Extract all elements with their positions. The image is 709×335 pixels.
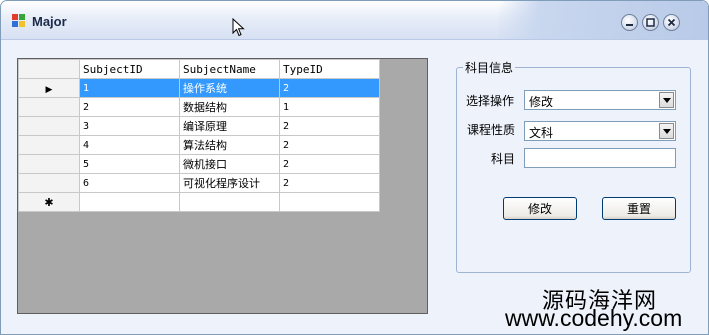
cell-subject-name[interactable]: 算法结构 (179, 135, 280, 155)
cell-subject-id[interactable]: 6 (79, 173, 180, 193)
cell-type-id[interactable]: 2 (279, 154, 380, 174)
close-button[interactable] (663, 14, 680, 31)
major-window: Major SubjectID SubjectName TypeID ▶ 1 操… (0, 0, 709, 335)
chevron-down-icon (662, 128, 671, 134)
maximize-button[interactable] (642, 14, 659, 31)
chevron-down-icon (662, 97, 671, 103)
table-row[interactable]: 5 微机接口 2 (18, 154, 380, 174)
cell-subject-name[interactable]: 可视化程序设计 (179, 173, 280, 193)
row-header[interactable] (18, 173, 80, 193)
new-cell[interactable] (279, 192, 380, 212)
cell-subject-id[interactable]: 2 (79, 97, 180, 117)
new-row[interactable]: ✱ (18, 192, 380, 212)
minimize-button[interactable] (621, 14, 638, 31)
operation-select[interactable]: 修改 (524, 90, 676, 110)
table-row[interactable]: 3 编译原理 2 (18, 116, 380, 136)
row-header[interactable]: ✱ (18, 192, 80, 212)
row-header[interactable] (18, 116, 80, 136)
column-header[interactable]: SubjectID (79, 59, 180, 79)
minimize-icon (626, 24, 633, 26)
watermark-url: www.codehy.com (505, 305, 683, 331)
cell-subject-id[interactable]: 5 (79, 154, 180, 174)
course-type-label: 课程性质 (467, 123, 516, 137)
cell-type-id[interactable]: 2 (279, 116, 380, 136)
groupbox-title: 科目信息 (463, 59, 516, 76)
operation-select-value: 修改 (529, 95, 554, 109)
current-row-icon: ▶ (45, 84, 53, 95)
cell-subject-name[interactable]: 数据结构 (179, 97, 280, 117)
grid-table: SubjectID SubjectName TypeID ▶ 1 操作系统 2 … (18, 59, 380, 212)
table-row[interactable]: 2 数据结构 1 (18, 97, 380, 117)
cell-subject-name[interactable]: 编译原理 (179, 116, 280, 136)
dropdown-button[interactable] (659, 123, 674, 139)
subject-input[interactable] (524, 148, 676, 168)
table-row[interactable]: 6 可视化程序设计 2 (18, 173, 380, 193)
table-row[interactable]: ▶ 1 操作系统 2 (18, 78, 380, 98)
operation-label: 选择操作 (466, 94, 515, 108)
subject-label: 科目 (491, 152, 516, 166)
maximize-icon (646, 18, 655, 27)
cell-subject-id[interactable]: 1 (79, 78, 180, 98)
row-header[interactable] (18, 97, 80, 117)
cell-type-id[interactable]: 2 (279, 78, 380, 98)
cell-type-id[interactable]: 2 (279, 135, 380, 155)
row-header[interactable]: ▶ (18, 78, 80, 98)
cell-type-id[interactable]: 1 (279, 97, 380, 117)
modify-button[interactable]: 修改 (503, 197, 577, 220)
cell-subject-name[interactable]: 操作系统 (179, 78, 280, 98)
column-header[interactable]: SubjectName (179, 59, 280, 79)
grid-header-row: SubjectID SubjectName TypeID (18, 59, 380, 79)
cell-subject-name[interactable]: 微机接口 (179, 154, 280, 174)
row-header-corner[interactable] (18, 59, 80, 79)
app-icon (12, 14, 26, 28)
new-cell[interactable] (179, 192, 280, 212)
table-row[interactable]: 4 算法结构 2 (18, 135, 380, 155)
window-title: Major (32, 14, 67, 29)
column-header[interactable]: TypeID (279, 59, 380, 79)
course-type-select-value: 文科 (529, 126, 554, 140)
new-row-icon: ✱ (44, 195, 54, 209)
cell-type-id[interactable]: 2 (279, 173, 380, 193)
dropdown-button[interactable] (659, 92, 674, 108)
close-icon (667, 18, 676, 27)
row-header[interactable] (18, 135, 80, 155)
cell-subject-id[interactable]: 4 (79, 135, 180, 155)
data-grid[interactable]: SubjectID SubjectName TypeID ▶ 1 操作系统 2 … (17, 58, 428, 314)
reset-button[interactable]: 重置 (602, 197, 676, 220)
mouse-cursor-icon (232, 18, 245, 37)
title-bar[interactable]: Major (1, 1, 708, 40)
row-header[interactable] (18, 154, 80, 174)
course-type-select[interactable]: 文科 (524, 121, 676, 141)
new-cell[interactable] (79, 192, 180, 212)
cell-subject-id[interactable]: 3 (79, 116, 180, 136)
